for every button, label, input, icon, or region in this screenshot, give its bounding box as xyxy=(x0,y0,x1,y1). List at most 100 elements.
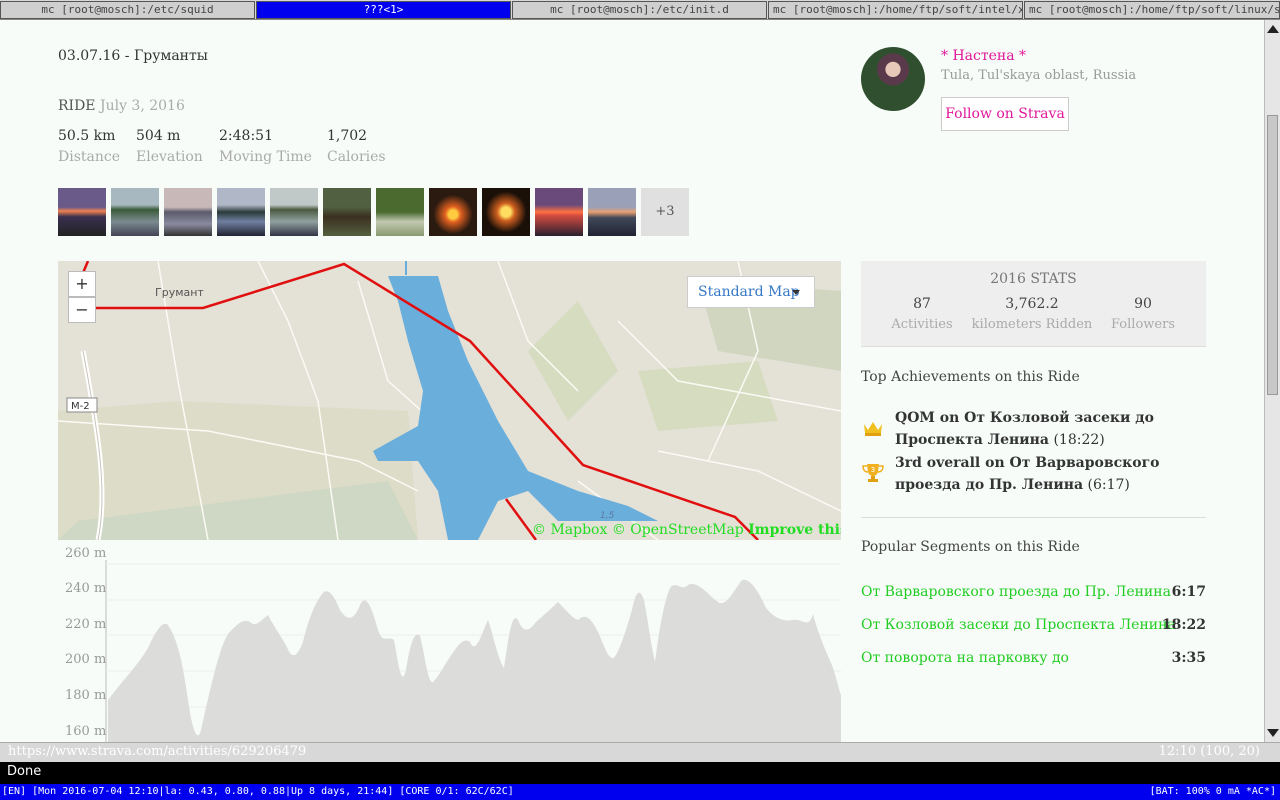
route-map[interactable]: 1,5 Грумант M-2 + − Standard Map © Mapbo… xyxy=(58,261,841,540)
map-road-label: M-2 xyxy=(71,401,90,412)
segment-name[interactable]: От Козловой засеки до Проспекта Ленина xyxy=(861,617,1176,633)
stat-value: 504 m xyxy=(136,128,181,144)
elevation-axis-label: 260 m xyxy=(65,546,107,561)
svg-text:3: 3 xyxy=(871,466,875,474)
system-status-left: [EN] [Mon 2016-07-04 12:10|la: 0.43, 0.8… xyxy=(2,786,514,797)
terminal-tab-2[interactable]: ???<1> xyxy=(256,1,511,19)
stat-label: Calories xyxy=(327,149,386,165)
stat-value: 50.5 km xyxy=(58,128,116,144)
improve-map-link[interactable]: Improve this map xyxy=(748,522,841,538)
stat-label: Elevation xyxy=(136,149,203,165)
activity-title: 03.07.16 - Груманты xyxy=(58,48,208,64)
achievements-heading: Top Achievements on this Ride xyxy=(861,369,1080,385)
follow-button[interactable]: Follow on Strava xyxy=(941,97,1069,131)
photo-thumbnail[interactable] xyxy=(270,188,318,236)
photo-thumbnail[interactable] xyxy=(164,188,212,236)
photo-thumbnail[interactable] xyxy=(111,188,159,236)
status-position: 12:10 (100, 20) xyxy=(1158,744,1260,759)
photo-thumbnail[interactable] xyxy=(588,188,636,236)
athlete-avatar[interactable] xyxy=(861,47,925,111)
photo-thumbnail[interactable] xyxy=(429,188,477,236)
segment-row[interactable]: От поворота на парковку до 3:35 xyxy=(861,650,1206,666)
map-place-label: Грумант xyxy=(155,286,204,299)
scroll-up-icon[interactable] xyxy=(1267,25,1279,33)
achievement-title[interactable]: QOM on От Козловой засеки до Проспекта Л… xyxy=(895,410,1154,448)
map-style-select[interactable]: Standard Map xyxy=(687,276,815,308)
terminal-tab-3[interactable]: mc [root@mosch]:/etc/init.d xyxy=(512,1,767,19)
achievement-item[interactable]: QOM on От Козловой засеки до Проспекта Л… xyxy=(895,407,1205,451)
trophy-icon: 3 xyxy=(862,464,884,482)
activity-date: July 3, 2016 xyxy=(99,98,185,114)
stat-label: Moving Time xyxy=(219,149,312,165)
year-stat-label: Activities xyxy=(891,317,953,332)
segment-row[interactable]: От Козловой засеки до Проспекта Ленина 1… xyxy=(861,617,1206,633)
stat-value: 2:48:51 xyxy=(219,128,273,144)
stat-distance: 50.5 km Distance xyxy=(58,128,120,165)
chevron-down-icon xyxy=(792,290,800,295)
map-style-value: Standard Map xyxy=(698,284,800,300)
attribution-text[interactable]: © Mapbox © OpenStreetMap xyxy=(532,522,744,538)
elevation-axis-label: 160 m xyxy=(65,724,107,739)
stat-elevation: 504 m Elevation xyxy=(136,128,203,165)
achievement-item[interactable]: 3rd overall on От Варваровского проезда … xyxy=(895,452,1205,496)
photo-thumbnail[interactable] xyxy=(376,188,424,236)
elevation-axis-label: 200 m xyxy=(65,652,107,667)
terminal-tab-1[interactable]: mc [root@mosch]:/etc/squid xyxy=(0,1,255,19)
photo-thumbnail[interactable] xyxy=(482,188,530,236)
photo-thumbnail[interactable] xyxy=(58,188,106,236)
elevation-chart[interactable]: 260 m 240 m 220 m 200 m 180 m 160 m xyxy=(58,546,841,742)
segment-time: 18:22 xyxy=(1161,617,1206,633)
segment-time: 6:17 xyxy=(1171,584,1206,600)
vertical-scrollbar[interactable] xyxy=(1264,20,1280,742)
map-scale-label: 1,5 xyxy=(600,511,615,521)
year-stat-kilometers: 3,762.2 kilometers Ridden xyxy=(969,296,1095,332)
activity-type: RIDE xyxy=(58,98,96,114)
elevation-axis-label: 220 m xyxy=(65,617,107,632)
segment-name[interactable]: От Варваровского проезда до Пр. Ленина xyxy=(861,584,1171,600)
browser-page: 03.07.16 - Груманты RIDE July 3, 2016 50… xyxy=(0,20,1264,742)
scroll-down-icon[interactable] xyxy=(1267,729,1279,737)
photo-thumbnail[interactable] xyxy=(217,188,265,236)
year-stat-value: 87 xyxy=(913,296,931,312)
elevation-axis-label: 180 m xyxy=(65,688,107,703)
more-photos-button[interactable]: +3 xyxy=(641,188,689,236)
scrollbar-thumb[interactable] xyxy=(1267,115,1278,395)
terminal-tab-5[interactable]: mc [root@mosch]:/home/ftp/soft/linux/sta… xyxy=(1024,1,1280,19)
year-stats-box: 2016 STATS 87 Activities 3,762.2 kilomet… xyxy=(861,261,1206,347)
athlete-location: Tula, Tul'skaya oblast, Russia xyxy=(941,68,1137,83)
stat-value: 1,702 xyxy=(327,128,368,144)
year-stat-followers: 90 Followers xyxy=(1105,296,1181,332)
terminal-tab-4[interactable]: mc [root@mosch]:/home/ftp/soft/intel/xf8… xyxy=(768,1,1023,19)
elevation-canvas xyxy=(105,560,841,742)
elevation-axis-label: 240 m xyxy=(65,581,107,596)
crown-icon xyxy=(864,422,882,436)
year-stat-label: kilometers Ridden xyxy=(971,317,1093,332)
stat-moving-time: 2:48:51 Moving Time xyxy=(219,128,312,165)
segment-time: 3:35 xyxy=(1171,650,1206,666)
activity-type-date: RIDE July 3, 2016 xyxy=(58,98,185,114)
segments-heading: Popular Segments on this Ride xyxy=(861,539,1080,555)
battery-status: [BAT: 100% 0 mA *AC*] xyxy=(1149,786,1276,797)
year-stat-label: Followers xyxy=(1111,317,1175,332)
year-stat-value: 90 xyxy=(1134,296,1152,312)
stat-calories: 1,702 Calories xyxy=(327,128,386,165)
load-status: Done xyxy=(0,762,1280,784)
year-stat-value: 3,762.2 xyxy=(1005,296,1059,312)
stat-label: Distance xyxy=(58,149,121,165)
photo-thumbnail[interactable] xyxy=(323,188,371,236)
athlete-name[interactable]: * Настена * xyxy=(941,48,1026,64)
map-attribution: © Mapbox © OpenStreetMap Improve this ma… xyxy=(532,522,841,538)
achievement-time: (18:22) xyxy=(1053,432,1105,448)
photo-thumbnail[interactable] xyxy=(535,188,583,236)
terminal-tab-bar: mc [root@mosch]:/etc/squid ???<1> mc [ro… xyxy=(0,0,1280,20)
terminal-status-bar: [EN] [Mon 2016-07-04 12:10|la: 0.43, 0.8… xyxy=(0,784,1280,800)
section-divider xyxy=(861,517,1206,518)
segment-name[interactable]: От поворота на парковку до xyxy=(861,650,1069,666)
zoom-out-button[interactable]: − xyxy=(68,297,96,323)
year-stats-title: 2016 STATS xyxy=(990,271,1077,287)
browser-status-bar: https://www.strava.com/activities/629206… xyxy=(0,742,1280,762)
status-url: https://www.strava.com/activities/629206… xyxy=(8,744,307,759)
zoom-in-button[interactable]: + xyxy=(68,271,96,297)
year-stat-activities: 87 Activities xyxy=(883,296,961,332)
segment-row[interactable]: От Варваровского проезда до Пр. Ленина 6… xyxy=(861,584,1206,600)
